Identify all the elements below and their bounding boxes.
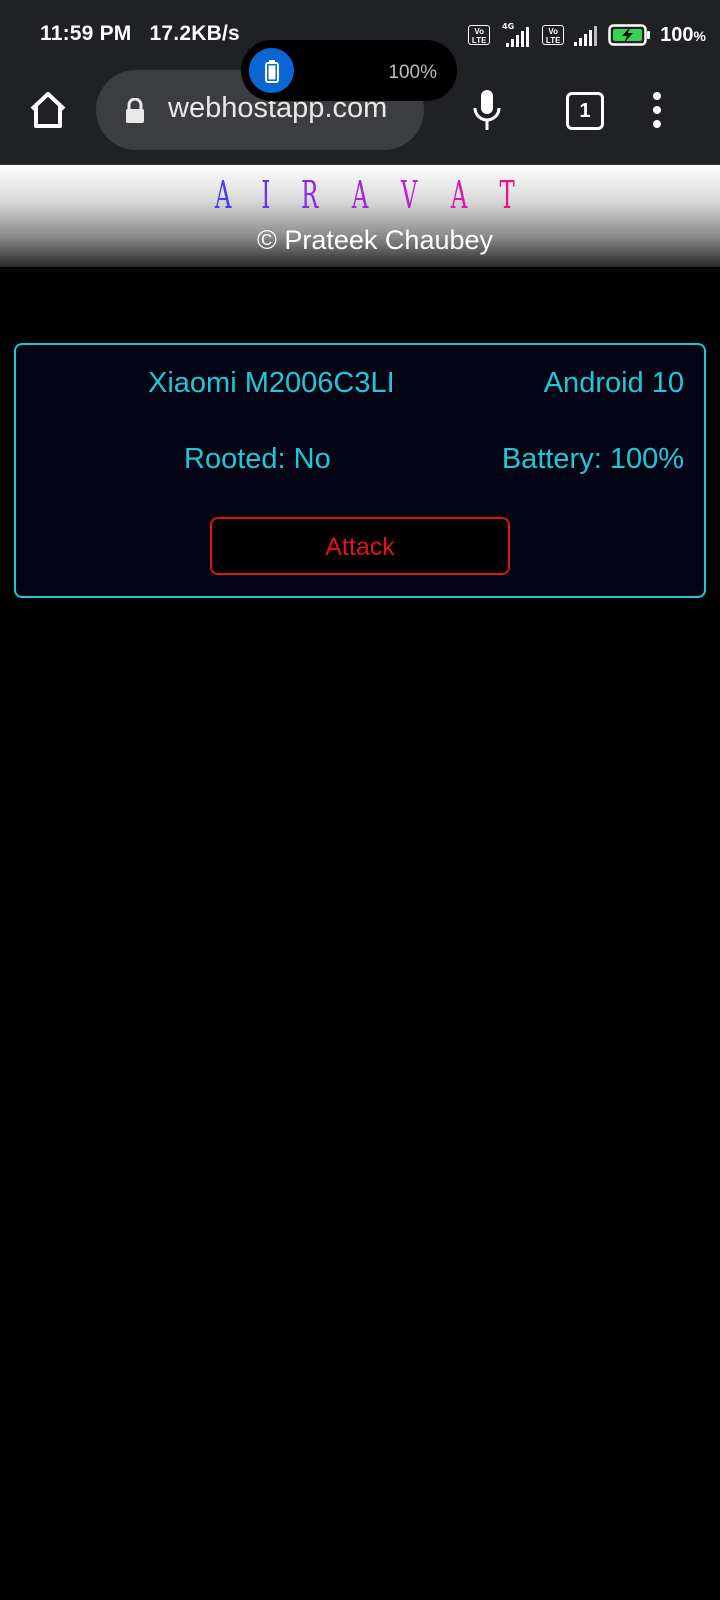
microphone-icon[interactable] (470, 88, 504, 132)
device-os: Android 10 (543, 367, 684, 399)
device-battery: Battery: 100% (501, 443, 684, 475)
network-type-label: 4G (502, 22, 514, 31)
home-icon[interactable] (26, 88, 70, 132)
lock-icon (126, 98, 144, 123)
status-time: 11:59 PM (40, 22, 132, 45)
volte-icon: Vo LTE (468, 25, 491, 45)
pill-battery-text: 100% (388, 62, 437, 83)
site-header: AIRAVAT © Prateek Chaubey (0, 165, 720, 267)
signal-4g-icon: 4G (502, 22, 530, 47)
status-right: Vo LTE 4G Vo LTE 100% (468, 20, 706, 50)
logo-letter: I (261, 173, 284, 217)
status-battery-value: 100 (660, 23, 694, 46)
battery-notification-pill[interactable]: 100% (241, 40, 457, 101)
logo-letter: A (351, 173, 382, 217)
battery-charging-icon (608, 24, 651, 46)
tab-switcher-button[interactable]: 1 (566, 92, 604, 130)
site-logo: AIRAVAT (0, 173, 720, 217)
battery-icon (249, 48, 294, 93)
logo-letter: V (401, 173, 431, 217)
device-model: Xiaomi M2006C3LI (148, 367, 395, 399)
logo-letter: R (301, 173, 332, 217)
status-network-speed: 17.2KB/s (149, 22, 240, 45)
status-battery-text: 100% (660, 24, 706, 47)
attack-button[interactable]: Attack (210, 517, 510, 575)
signal-icon (574, 26, 598, 46)
logo-letter: T (499, 173, 528, 217)
rooted-status: Rooted: No (184, 443, 331, 475)
status-battery-unit: % (693, 27, 706, 44)
logo-letter: A (214, 173, 245, 217)
more-menu-icon[interactable] (650, 92, 664, 132)
volte-icon-2: Vo LTE (542, 25, 565, 45)
status-left: 11:59 PM 17.2KB/s (40, 22, 252, 46)
device-card[interactable]: Xiaomi M2006C3LI Android 10 Rooted: No B… (14, 343, 706, 598)
copyright-text: © Prateek Chaubey (256, 225, 494, 255)
logo-letter: A (450, 173, 481, 217)
